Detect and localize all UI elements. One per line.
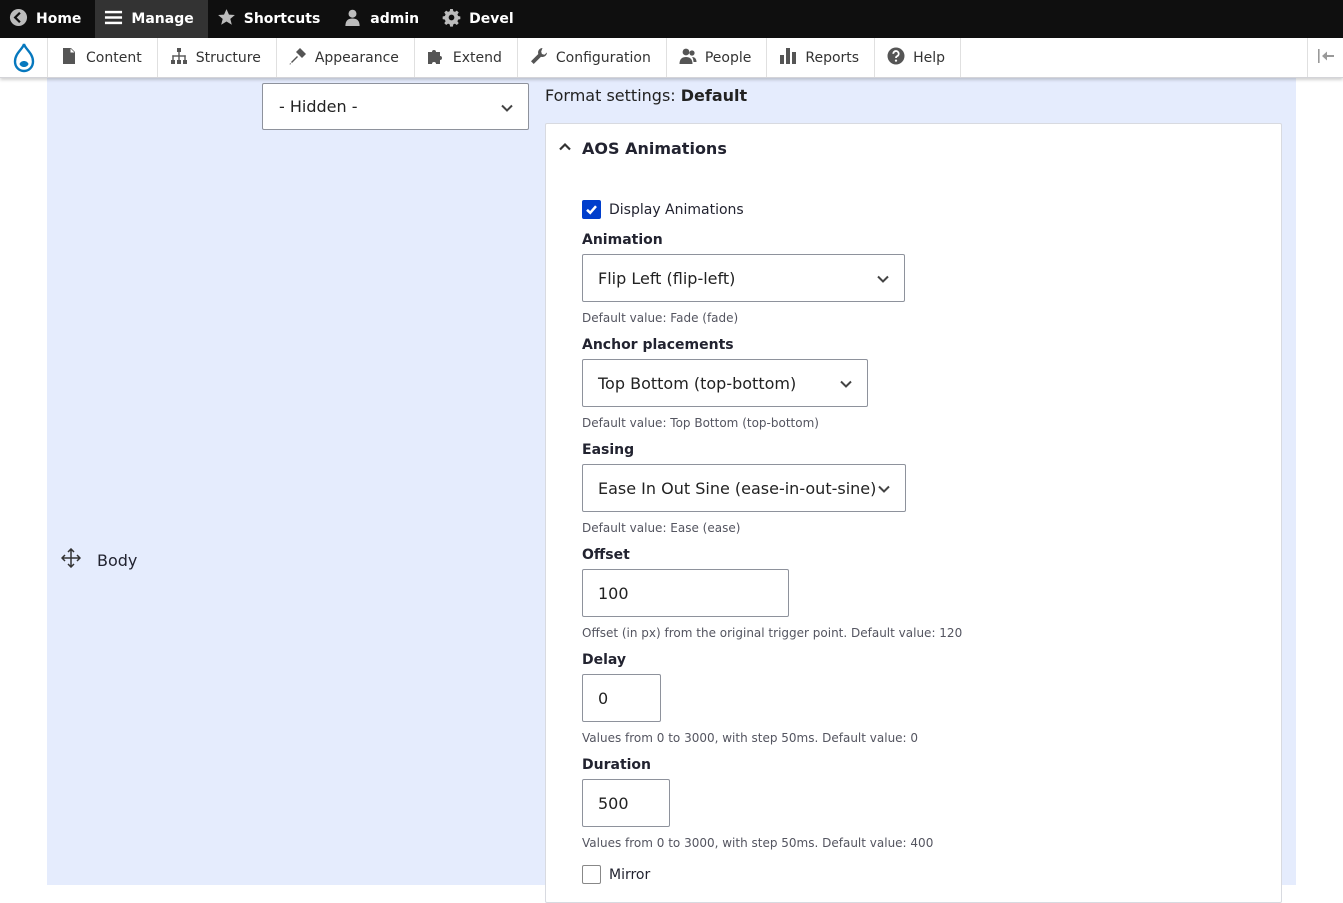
tray-item-help[interactable]: Help xyxy=(875,38,961,77)
animation-select-value: Flip Left (flip-left) xyxy=(598,268,736,288)
easing-select-value: Ease In Out Sine (ease-in-out-sine) xyxy=(598,478,877,498)
tray-item-label: Extend xyxy=(452,49,502,66)
delay-field: Delay 0 Values from 0 to 3000, with step… xyxy=(582,652,918,745)
tray-item-label: Configuration xyxy=(555,49,651,66)
bar-chart-icon xyxy=(779,47,797,69)
document-icon xyxy=(60,47,78,69)
format-settings-heading: Format settings: Default xyxy=(545,86,747,105)
display-animations-label: Display Animations xyxy=(609,201,744,218)
tray-item-appearance[interactable]: Appearance xyxy=(277,38,415,77)
tray-item-label: Reports xyxy=(805,49,860,66)
tray-item-label: Appearance xyxy=(314,49,399,66)
easing-label: Easing xyxy=(582,442,635,458)
duration-input[interactable]: 500 xyxy=(582,779,670,827)
tray-item-label: Structure xyxy=(195,49,261,66)
checkmark-icon xyxy=(586,205,597,215)
animation-field: Animation Flip Left (flip-left) Default … xyxy=(582,232,905,325)
toolbar-manage-label: Manage xyxy=(131,11,194,27)
animation-select[interactable]: Flip Left (flip-left) xyxy=(582,254,905,302)
chevron-down-icon xyxy=(877,481,891,495)
duration-input-value: 500 xyxy=(598,793,629,813)
display-animations-checkbox-row[interactable]: Display Animations xyxy=(582,200,744,219)
tray-item-content[interactable]: Content xyxy=(48,38,158,77)
toolbar-manage-tab[interactable]: Manage xyxy=(95,0,208,38)
chevron-down-icon xyxy=(839,376,853,390)
toolbar-devel-tab[interactable]: Devel xyxy=(433,0,528,38)
toolbar-shortcuts-label: Shortcuts xyxy=(243,11,321,27)
toolbar-devel-label: Devel xyxy=(469,11,514,27)
duration-field: Duration 500 Values from 0 to 3000, with… xyxy=(582,757,933,850)
aos-animations-summary[interactable]: AOS Animations xyxy=(558,139,727,158)
toolbar-shortcuts-tab[interactable]: Shortcuts xyxy=(208,0,335,38)
aos-animations-details: AOS Animations Display Animations Animat… xyxy=(545,123,1282,903)
offset-input[interactable]: 100 xyxy=(582,569,789,617)
easing-field: Easing Ease In Out Sine (ease-in-out-sin… xyxy=(582,442,906,535)
anchor-placements-description: Default value: Top Bottom (top-bottom) xyxy=(582,416,819,430)
tray-item-label: People xyxy=(704,49,752,66)
aos-animations-title: AOS Animations xyxy=(582,139,727,158)
wrench-icon xyxy=(530,47,548,69)
collapse-tray-button[interactable] xyxy=(1307,38,1343,77)
tray-item-label: Help xyxy=(913,49,945,66)
chevron-up-icon xyxy=(558,139,572,158)
display-animations-checkbox[interactable] xyxy=(582,200,601,219)
easing-select[interactable]: Ease In Out Sine (ease-in-out-sine) xyxy=(582,464,906,512)
chevron-down-icon xyxy=(876,271,890,285)
offset-field: Offset 100 Offset (in px) from the origi… xyxy=(582,547,962,640)
delay-input-value: 0 xyxy=(598,688,609,708)
field-label-body: Body xyxy=(97,550,138,570)
animation-label: Animation xyxy=(582,232,663,248)
easing-description: Default value: Ease (ease) xyxy=(582,521,741,535)
anchor-placements-label: Anchor placements xyxy=(582,337,734,353)
paint-brush-icon xyxy=(289,47,307,69)
toolbar-home-label: Home xyxy=(36,11,82,27)
chevron-down-icon xyxy=(500,100,514,114)
mirror-checkbox[interactable] xyxy=(582,865,601,884)
format-settings-value: Default xyxy=(680,86,748,105)
puzzle-icon xyxy=(427,47,445,69)
tray-item-label: Content xyxy=(86,49,142,66)
user-icon xyxy=(343,8,362,31)
toolbar-user-tab[interactable]: admin xyxy=(334,0,433,38)
offset-description: Offset (in px) from the original trigger… xyxy=(582,626,963,640)
animation-description: Default value: Fade (fade) xyxy=(582,311,739,325)
duration-label: Duration xyxy=(582,757,652,773)
toolbar-home-link[interactable]: Home xyxy=(0,0,95,38)
offset-label: Offset xyxy=(582,547,630,563)
anchor-placements-field: Anchor placements Top Bottom (top-bottom… xyxy=(582,337,868,430)
gear-icon xyxy=(442,8,461,31)
tray-spacer xyxy=(961,38,1307,77)
collapse-left-icon xyxy=(1317,47,1335,69)
help-icon xyxy=(887,47,905,69)
delay-label: Delay xyxy=(582,652,627,668)
drupal-logo-icon[interactable] xyxy=(0,38,48,77)
region-select-value: - Hidden - xyxy=(279,97,358,116)
delay-input[interactable]: 0 xyxy=(582,674,661,722)
tray-item-configuration[interactable]: Configuration xyxy=(518,38,667,77)
sitemap-icon xyxy=(170,47,188,69)
admin-toolbar: Home Manage Shortcuts admin Devel xyxy=(0,0,1343,38)
delay-description: Values from 0 to 3000, with step 50ms. D… xyxy=(582,731,919,745)
mirror-checkbox-row[interactable]: Mirror xyxy=(582,865,650,884)
tray-item-reports[interactable]: Reports xyxy=(767,38,876,77)
anchor-placements-select-value: Top Bottom (top-bottom) xyxy=(598,373,797,393)
tray-item-structure[interactable]: Structure xyxy=(158,38,277,77)
toolbar-user-label: admin xyxy=(370,11,420,27)
admin-tray: Content Structure Appearance Extend Conf… xyxy=(0,38,1343,78)
region-select[interactable]: - Hidden - xyxy=(262,83,529,130)
hamburger-icon xyxy=(104,8,123,31)
mirror-label: Mirror xyxy=(609,866,651,883)
format-settings-prefix: Format settings: xyxy=(545,86,681,105)
offset-input-value: 100 xyxy=(598,583,629,603)
anchor-placements-select[interactable]: Top Bottom (top-bottom) xyxy=(582,359,868,407)
star-icon xyxy=(217,8,236,31)
tray-item-people[interactable]: People xyxy=(667,38,768,77)
people-icon xyxy=(679,47,697,69)
field-row-body: Body xyxy=(60,547,138,572)
duration-description: Values from 0 to 3000, with step 50ms. D… xyxy=(582,836,934,850)
drag-handle-icon[interactable] xyxy=(60,547,82,572)
field-row-region: - Hidden - Body Format settings: Default… xyxy=(47,78,1296,903)
tray-item-extend[interactable]: Extend xyxy=(415,38,518,77)
back-arrow-icon xyxy=(9,8,28,31)
